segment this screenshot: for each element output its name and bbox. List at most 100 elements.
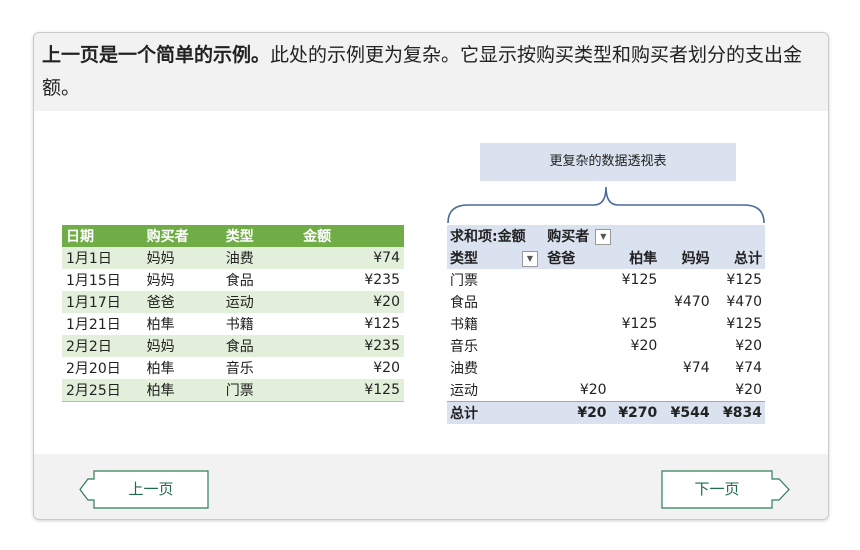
table-row: 2月25日 柏隼 门票 ¥125 (62, 379, 404, 402)
pivot-header-row: 类型 ▼ 爸爸 柏隼 妈妈 总计 (447, 247, 765, 269)
pivot-cell (660, 313, 712, 335)
cell-type: 门票 (221, 379, 300, 402)
cell-type: 食品 (221, 335, 300, 357)
cell-type: 运动 (221, 291, 300, 313)
pivot-cell (660, 335, 712, 357)
source-table: 日期 购买者 类型 金额 1月1日 妈妈 油费 ¥74 1月15日 妈妈 食品 … (62, 225, 404, 402)
table-row: 1月21日 柏隼 书籍 ¥125 (62, 313, 404, 335)
pivot-total-cell: ¥20 (544, 401, 610, 424)
pivot-cell (544, 291, 609, 313)
pivot-row: 门票 ¥125 ¥125 (447, 269, 765, 291)
cell-date: 1月21日 (62, 313, 143, 335)
pivot-cell: ¥74 (682, 360, 710, 376)
pivot-cell: ¥20 (735, 338, 762, 354)
pivot-cell (660, 269, 712, 291)
pivot-cell (610, 357, 661, 379)
cell-date: 2月2日 (62, 335, 143, 357)
pivot-cell: ¥74 (735, 360, 762, 376)
table-row: 1月17日 爸爸 运动 ¥20 (62, 291, 404, 313)
pivot-cell: ¥20 (630, 338, 658, 354)
table-row: 2月20日 柏隼 音乐 ¥20 (62, 357, 404, 379)
header-buyer: 购买者 (142, 225, 222, 247)
pivot-cell (610, 379, 661, 402)
pivot-total-label: 总计 (447, 401, 545, 424)
pivot-cell: ¥125 (621, 316, 658, 332)
cell-type: 书籍 (221, 313, 300, 335)
next-page-button[interactable]: 下一页 (661, 470, 793, 510)
pivot-row-field: 类型 ▼ (447, 247, 545, 269)
table-row: 2月2日 妈妈 食品 ¥235 (62, 335, 404, 357)
pivot-col-baisun: 柏隼 (609, 247, 661, 269)
pivot-cell: ¥20 (579, 382, 607, 398)
header-amount: 金额 (299, 225, 404, 247)
cell-date: 2月25日 (62, 379, 143, 402)
pivot-row-label: 书籍 (450, 317, 478, 333)
intro-bold: 上一页是一个简单的示例。 (42, 44, 271, 66)
pivot-cell (660, 379, 712, 402)
cell-buyer: 柏隼 (142, 379, 222, 402)
prev-page-label: 上一页 (128, 480, 174, 498)
next-page-label: 下一页 (694, 480, 740, 498)
cell-amount: ¥235 (299, 269, 404, 291)
pivot-col-mom: 妈妈 (660, 247, 713, 269)
cell-date: 2月20日 (62, 357, 143, 379)
pivot-row-label: 油费 (450, 361, 478, 377)
pivot-column-field: 购买者 ▼ (544, 225, 765, 247)
table-row: 1月1日 妈妈 油费 ¥74 (62, 247, 404, 269)
pivot-cell (544, 313, 609, 335)
cell-amount: ¥235 (299, 335, 404, 357)
filter-dropdown-icon[interactable]: ▼ (522, 251, 538, 267)
cell-date: 1月17日 (62, 291, 143, 313)
prev-page-button[interactable]: 上一页 (78, 470, 210, 510)
cell-buyer: 妈妈 (142, 335, 222, 357)
cell-buyer: 妈妈 (142, 269, 222, 291)
intro-text: 上一页是一个简单的示例。此处的示例更为复杂。它显示按购买类型和购买者划分的支出金… (42, 39, 812, 105)
pivot-cell: ¥125 (726, 272, 762, 288)
cell-amount: ¥20 (299, 291, 404, 313)
pivot-total-row: 总计 ¥20 ¥270 ¥544 ¥834 (447, 401, 765, 424)
pivot-col-total: 总计 (712, 247, 765, 269)
source-table-header: 日期 购买者 类型 金额 (62, 225, 404, 247)
callout-label: 更复杂的数据透视表 (480, 143, 736, 181)
pivot-cell: ¥20 (735, 382, 762, 398)
pivot-table: 求和项:金额 购买者 ▼ 类型 ▼ 爸爸 柏隼 妈妈 总计 门票 ¥125 ¥125… (447, 225, 765, 424)
cell-amount: ¥20 (299, 357, 404, 379)
content-area: 日期 购买者 类型 金额 1月1日 妈妈 油费 ¥74 1月15日 妈妈 食品 … (34, 111, 828, 454)
pivot-row: 音乐 ¥20 ¥20 (447, 335, 765, 357)
cell-type: 食品 (221, 269, 300, 291)
cell-buyer: 爸爸 (142, 291, 222, 313)
filter-dropdown-icon[interactable]: ▼ (595, 229, 612, 245)
pivot-row-field-label: 类型 (450, 251, 478, 267)
cell-buyer: 柏隼 (142, 357, 222, 379)
pivot-cell (610, 291, 661, 313)
cell-buyer: 妈妈 (142, 247, 222, 269)
pivot-row: 油费 ¥74 ¥74 (447, 357, 765, 379)
cell-type: 油费 (221, 247, 300, 269)
pivot-total-cell: ¥544 (660, 401, 713, 424)
slide-frame: 上一页是一个简单的示例。此处的示例更为复杂。它显示按购买类型和购买者划分的支出金… (33, 32, 829, 520)
cell-amount: ¥74 (299, 247, 404, 269)
pivot-cell: ¥470 (726, 294, 762, 310)
pivot-row-label: 运动 (450, 383, 478, 399)
pivot-row-label: 门票 (450, 273, 478, 289)
pivot-cell: ¥470 (673, 294, 710, 310)
cell-buyer: 柏隼 (142, 313, 222, 335)
header-type: 类型 (221, 225, 300, 247)
pivot-total-cell: ¥270 (609, 401, 661, 424)
cell-amount: ¥125 (299, 313, 404, 335)
cell-date: 1月1日 (62, 247, 143, 269)
pivot-column-field-label: 购买者 (547, 229, 590, 245)
pivot-row: 书籍 ¥125 ¥125 (447, 313, 765, 335)
cell-amount: ¥125 (299, 379, 404, 402)
table-row: 1月15日 妈妈 食品 ¥235 (62, 269, 404, 291)
cell-type: 音乐 (221, 357, 300, 379)
cell-date: 1月15日 (62, 269, 143, 291)
pivot-row-label: 食品 (450, 295, 478, 311)
pivot-row-label: 音乐 (450, 339, 478, 355)
pivot-row: 运动 ¥20 ¥20 (447, 379, 765, 402)
pivot-field-row: 求和项:金额 购买者 ▼ (447, 225, 765, 247)
pivot-cell (544, 335, 609, 357)
pivot-cell (544, 357, 609, 379)
pivot-cell: ¥125 (726, 316, 762, 332)
curly-brace-icon (447, 186, 765, 224)
